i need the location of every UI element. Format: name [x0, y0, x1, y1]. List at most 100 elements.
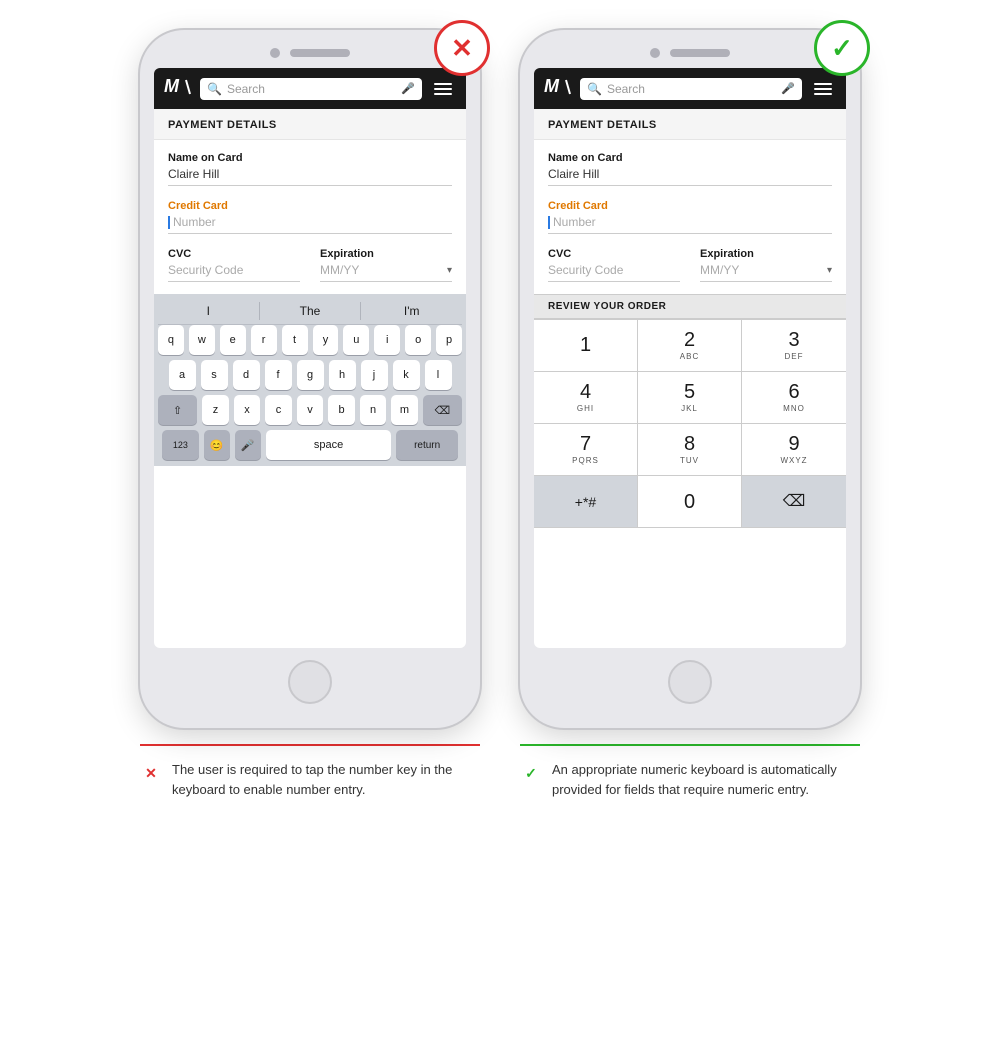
good-cvc-input[interactable]: Security Code — [548, 263, 680, 282]
numpad-key-3[interactable]: 3 DEF — [742, 320, 846, 372]
key-q[interactable]: q — [158, 325, 184, 355]
numpad-backspace-icon: ⌫ — [783, 494, 806, 510]
key-p[interactable]: p — [436, 325, 462, 355]
bad-cvc-label: CVC — [168, 248, 300, 260]
good-cc-field: Credit Card Number — [548, 200, 832, 234]
bad-caption: ✕ The user is required to tap the number… — [140, 754, 480, 799]
key-r[interactable]: r — [251, 325, 277, 355]
numpad-key-4[interactable]: 4 GHI — [534, 372, 638, 424]
good-cvc-col: CVC Security Code — [548, 248, 680, 282]
good-two-cols: CVC Security Code Expiration MM/YY ▾ — [548, 248, 832, 282]
numpad-key-0[interactable]: 0 — [638, 476, 742, 528]
numpad-key-2[interactable]: 2 ABC — [638, 320, 742, 372]
numpad-num-7: 7 — [580, 434, 591, 454]
key-f[interactable]: f — [265, 360, 292, 390]
autocomplete-im[interactable]: I'm — [361, 302, 462, 320]
good-search-text: Search — [607, 82, 776, 96]
bad-autocomplete: I The I'm — [158, 298, 462, 325]
mic-icon-good: 🎤 — [781, 82, 795, 95]
numpad-num-9: 9 — [788, 434, 799, 454]
key-y[interactable]: y — [313, 325, 339, 355]
good-cc-input[interactable]: Number — [548, 215, 832, 234]
key-backspace[interactable]: ⌫ — [423, 395, 462, 425]
numpad-num-5: 5 — [684, 382, 695, 402]
numpad-key-8[interactable]: 8 TUV — [638, 424, 742, 476]
bad-home-button[interactable] — [288, 660, 332, 704]
bad-cc-placeholder: Number — [173, 215, 216, 229]
good-expiry-select[interactable]: MM/YY ▾ — [700, 263, 832, 282]
good-caption-text: An appropriate numeric keyboard is autom… — [552, 760, 860, 799]
key-d[interactable]: d — [233, 360, 260, 390]
bad-two-cols: CVC Security Code Expiration MM/YY ▾ — [168, 248, 452, 282]
key-c[interactable]: c — [265, 395, 292, 425]
good-app-logo: M — [544, 76, 572, 101]
key-n[interactable]: n — [360, 395, 387, 425]
key-mic[interactable]: 🎤 — [235, 430, 261, 460]
key-o[interactable]: o — [405, 325, 431, 355]
good-cursor — [548, 216, 550, 229]
key-u[interactable]: u — [343, 325, 369, 355]
numpad-num-symbols: +*# — [575, 495, 596, 509]
key-g[interactable]: g — [297, 360, 324, 390]
good-search-bar[interactable]: 🔍 Search 🎤 — [580, 78, 802, 100]
key-x[interactable]: x — [234, 395, 261, 425]
key-m[interactable]: m — [391, 395, 418, 425]
good-name-value: Claire Hill — [548, 167, 832, 186]
speaker-good — [670, 49, 730, 57]
key-b[interactable]: b — [328, 395, 355, 425]
key-a[interactable]: a — [169, 360, 196, 390]
bad-phone-container: ✕ M 🔍 Search — [140, 30, 480, 728]
good-badge: ✓ — [814, 20, 870, 76]
camera-bad — [270, 48, 280, 58]
key-123[interactable]: 123 — [162, 430, 199, 460]
review-banner: REVIEW YOUR ORDER — [534, 294, 846, 319]
good-cc-placeholder: Number — [553, 215, 596, 229]
bad-expiry-placeholder: MM/YY — [320, 263, 443, 277]
bad-caption-wrapper: ✕ The user is required to tap the number… — [140, 744, 480, 799]
bad-name-value: Claire Hill — [168, 167, 452, 186]
key-i[interactable]: i — [374, 325, 400, 355]
numpad-key-7[interactable]: 7 PQRS — [534, 424, 638, 476]
key-e[interactable]: e — [220, 325, 246, 355]
bad-expiry-label: Expiration — [320, 248, 452, 260]
key-h[interactable]: h — [329, 360, 356, 390]
good-keyboard[interactable]: REVIEW YOUR ORDER 1 2 ABC 3 — [534, 294, 846, 528]
key-k[interactable]: k — [393, 360, 420, 390]
key-z[interactable]: z — [202, 395, 229, 425]
numpad-key-6[interactable]: 6 MNO — [742, 372, 846, 424]
key-s[interactable]: s — [201, 360, 228, 390]
key-j[interactable]: j — [361, 360, 388, 390]
numpad-key-1[interactable]: 1 — [534, 320, 638, 372]
key-l[interactable]: l — [425, 360, 452, 390]
good-payment-content: PAYMENT DETAILS Name on Card Claire Hill… — [534, 109, 846, 528]
bad-expiry-select[interactable]: MM/YY ▾ — [320, 263, 452, 282]
kb-row-1: q w e r t y u i o p — [158, 325, 462, 355]
numpad-key-5[interactable]: 5 JKL — [638, 372, 742, 424]
good-home-button[interactable] — [668, 660, 712, 704]
key-shift[interactable]: ⇧ — [158, 395, 197, 425]
numpad-key-symbols[interactable]: +*# — [534, 476, 638, 528]
numpad-key-backspace[interactable]: ⌫ — [742, 476, 846, 528]
bad-keyboard[interactable]: I The I'm q w e r t — [154, 294, 466, 466]
key-emoji[interactable]: 😊 — [204, 430, 230, 460]
chevron-down-icon-good: ▾ — [827, 265, 832, 276]
numpad-num-2: 2 — [684, 330, 695, 350]
bad-search-bar[interactable]: 🔍 Search 🎤 — [200, 78, 422, 100]
phone-top-good — [534, 48, 846, 58]
key-w[interactable]: w — [189, 325, 215, 355]
autocomplete-the[interactable]: The — [260, 302, 361, 320]
bad-cc-input[interactable]: Number — [168, 215, 452, 234]
numpad-key-9[interactable]: 9 WXYZ — [742, 424, 846, 476]
key-space[interactable]: space — [266, 430, 391, 460]
key-v[interactable]: v — [297, 395, 324, 425]
bad-caption-text: The user is required to tap the number k… — [172, 760, 480, 799]
hamburger-good[interactable] — [810, 81, 836, 97]
good-expiry-col: Expiration MM/YY ▾ — [700, 248, 832, 282]
bad-badge: ✕ — [434, 20, 490, 76]
autocomplete-i[interactable]: I — [158, 302, 259, 320]
key-return[interactable]: return — [396, 430, 458, 460]
key-t[interactable]: t — [282, 325, 308, 355]
hamburger-bad[interactable] — [430, 81, 456, 97]
numpad-num-1: 1 — [580, 335, 591, 355]
bad-cvc-input[interactable]: Security Code — [168, 263, 300, 282]
